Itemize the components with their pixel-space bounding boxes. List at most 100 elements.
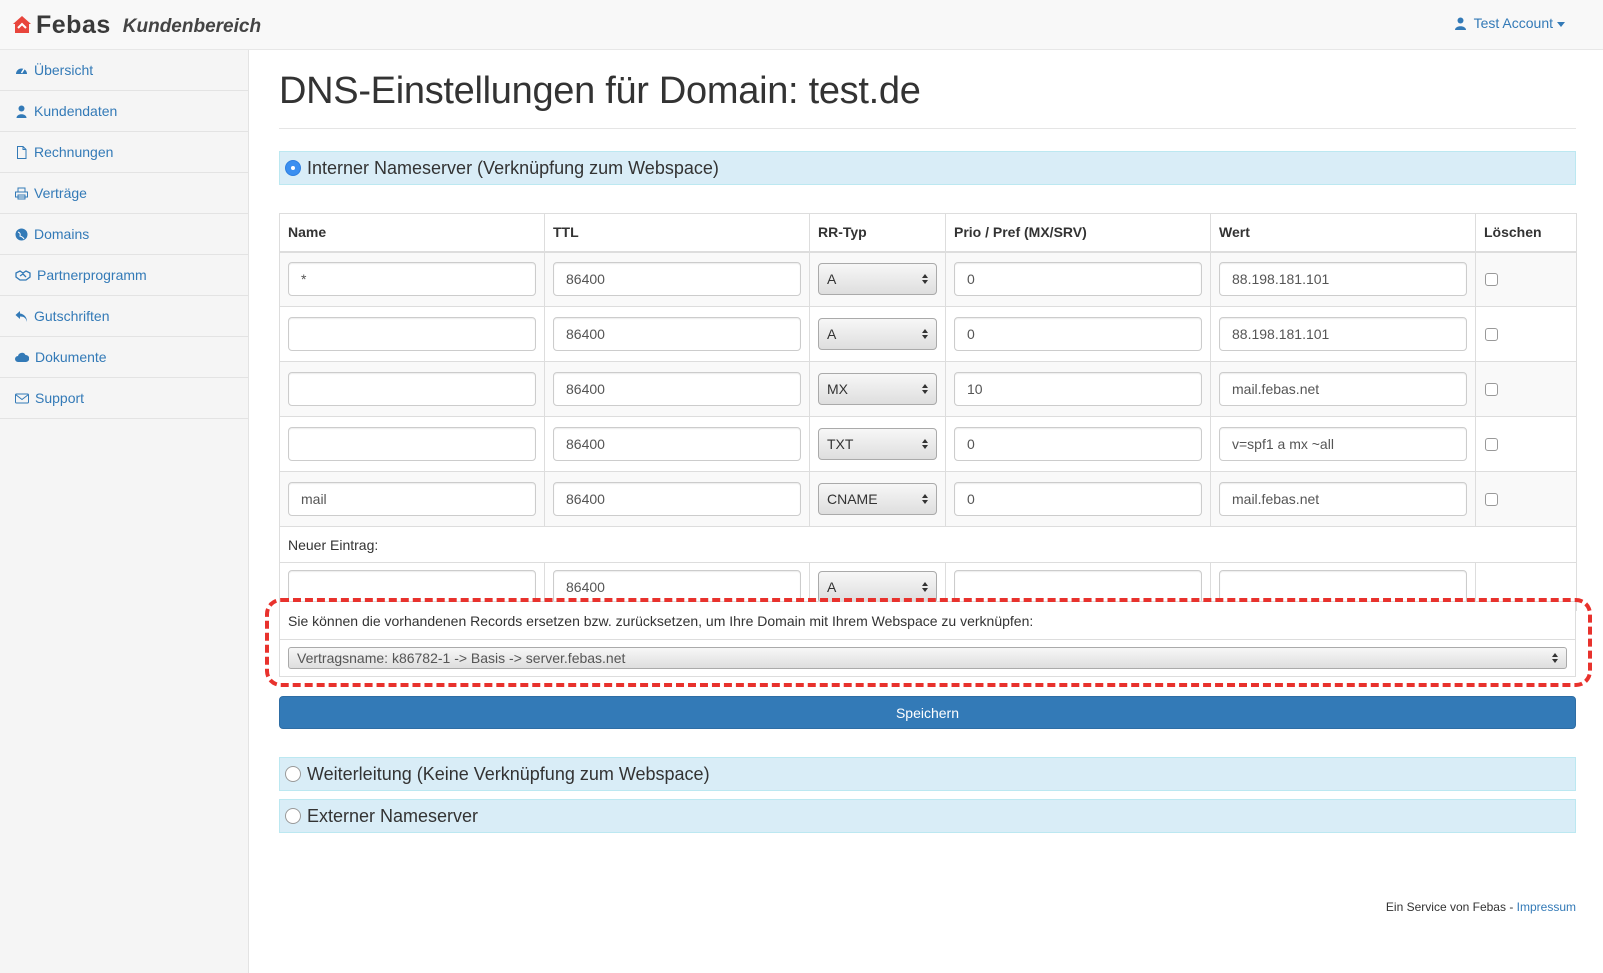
select-arrows-icon [922,384,928,394]
brand[interactable]: Febas Kundenbereich [12,11,261,39]
radio-external[interactable] [285,808,301,824]
record-prio-input[interactable]: 0 [954,262,1202,297]
delete-checkbox[interactable] [1485,382,1498,396]
record-ttl-input[interactable]: 86400 [553,427,801,461]
select-arrows-icon [1552,653,1558,663]
record-value-input[interactable]: v=spf1 a mx ~all [1219,427,1467,461]
record-value-input[interactable]: 88.198.181.101 [1219,262,1467,297]
globe-icon [15,228,28,240]
new-value-input[interactable] [1219,569,1467,604]
column-header-rrtype: RR-Typ [809,213,946,253]
record-type-select[interactable]: TXT [818,428,937,460]
print-icon [15,187,28,199]
delete-checkbox[interactable] [1485,327,1498,341]
delete-checkbox[interactable] [1485,492,1498,506]
account-label: Test Account [1473,15,1553,31]
envelope-icon [15,393,29,403]
option-label: Externer Nameserver [307,805,479,826]
column-header-ttl: TTL [544,213,810,253]
option-external-nameserver[interactable]: Externer Nameserver [279,799,1576,833]
record-name-input[interactable] [288,427,536,461]
option-redirect[interactable]: Weiterleitung (Keine Verknüpfung zum Web… [279,757,1576,791]
option-internal-nameserver[interactable]: Interner Nameserver (Verknüpfung zum Web… [279,151,1576,185]
sidebar-item-rechnungen[interactable]: Rechnungen [0,132,248,173]
record-ttl-input[interactable]: 86400 [553,372,801,406]
sidebar-item-support[interactable]: Support [0,378,248,419]
new-entry-label: Neuer Eintrag: [279,526,1577,563]
option-label: Interner Nameserver (Verknüpfung zum Web… [307,157,719,178]
account-menu[interactable]: Test Account [1454,15,1565,31]
new-prio-input[interactable] [954,569,1202,604]
table-row: * 86400 A 0 88.198.181.101 [279,251,1577,307]
select-value: MX [827,381,848,397]
new-ttl-input[interactable]: 86400 [553,569,801,604]
sidebar-item-domains[interactable]: Domains [0,214,248,255]
record-type-select[interactable]: A [818,318,937,350]
divider [279,128,1576,129]
select-value: CNAME [827,491,878,507]
footer: Ein Service von Febas - Impressum [1386,900,1576,914]
record-type-select[interactable]: MX [818,373,937,405]
record-ttl-input[interactable]: 86400 [553,317,801,351]
delete-checkbox[interactable] [1485,437,1498,451]
sidebar-item-label: Support [35,390,85,406]
impressum-link[interactable]: Impressum [1517,900,1576,914]
reset-info-text: Sie können die vorhandenen Records erset… [279,601,1576,639]
footer-text: Ein Service von Febas - [1385,900,1517,914]
record-name-input[interactable]: * [288,262,536,297]
record-value-input[interactable]: 88.198.181.101 [1219,317,1467,351]
record-value-input[interactable]: mail.febas.net [1219,482,1467,516]
table-row: 86400 TXT 0 v=spf1 a mx ~all [279,416,1577,472]
table-header-row: Name TTL RR-Typ Prio / Pref (MX/SRV) Wer… [279,213,1577,253]
record-ttl-input[interactable]: 86400 [553,482,801,516]
sidebar-item-vertraege[interactable]: Verträge [0,173,248,214]
record-ttl-input[interactable]: 86400 [553,262,801,297]
select-arrows-icon [922,274,928,285]
sidebar-item-label: Rechnungen [34,144,114,160]
radio-internal[interactable] [285,160,301,176]
record-value-input[interactable]: mail.febas.net [1219,372,1467,406]
column-header-delete: Löschen [1475,213,1577,253]
record-name-input[interactable] [288,372,536,406]
record-type-select[interactable]: A [818,263,937,296]
table-row: 86400 MX 10 mail.febas.net [279,361,1577,417]
sidebar: Übersicht Kundendaten Rechnungen Verträg… [0,50,249,973]
sidebar-item-gutschriften[interactable]: Gutschriften [0,296,248,337]
file-icon [17,145,27,159]
table-row: mail 86400 CNAME 0 mail.febas.net [279,471,1577,527]
sidebar-item-label: Dokumente [35,349,107,365]
column-header-name: Name [279,213,545,253]
record-prio-input[interactable]: 10 [954,372,1202,406]
record-prio-input[interactable]: 0 [954,427,1202,461]
record-prio-input[interactable]: 0 [954,317,1202,351]
contract-select[interactable]: Vertragsname: k86782-1 -> Basis -> serve… [288,647,1567,669]
record-name-input[interactable] [288,317,536,351]
caret-down-icon [1557,21,1565,27]
select-value: TXT [827,436,854,452]
sidebar-item-kundendaten[interactable]: Kundendaten [0,91,248,132]
page-title: DNS-Einstellungen für Domain: test.de [279,70,921,112]
radio-redirect[interactable] [285,766,301,782]
sidebar-item-label: Domains [34,226,90,242]
reply-icon [15,310,27,322]
record-type-select[interactable]: CNAME [818,483,937,515]
select-arrows-icon [922,494,928,504]
delete-checkbox[interactable] [1485,272,1498,286]
new-type-select[interactable]: A [818,570,937,603]
sidebar-item-partnerprogramm[interactable]: Partnerprogramm [0,255,248,296]
sidebar-item-uebersicht[interactable]: Übersicht [0,50,248,91]
sidebar-item-dokumente[interactable]: Dokumente [0,337,248,378]
select-value: A [827,326,837,342]
sidebar-item-label: Partnerprogramm [37,267,147,283]
select-arrows-icon [922,439,928,449]
top-navbar: Febas Kundenbereich Test Account [0,0,1603,50]
table-row: 86400 A 0 88.198.181.101 [279,306,1577,362]
save-button[interactable]: Speichern [279,696,1576,729]
record-name-input[interactable]: mail [288,482,536,516]
select-arrows-icon [922,581,928,592]
record-prio-input[interactable]: 0 [954,482,1202,516]
new-name-input[interactable] [288,569,536,604]
brand-subtitle: Kundenbereich [122,15,262,37]
febas-logo-icon [12,15,32,35]
select-arrows-icon [922,329,928,339]
